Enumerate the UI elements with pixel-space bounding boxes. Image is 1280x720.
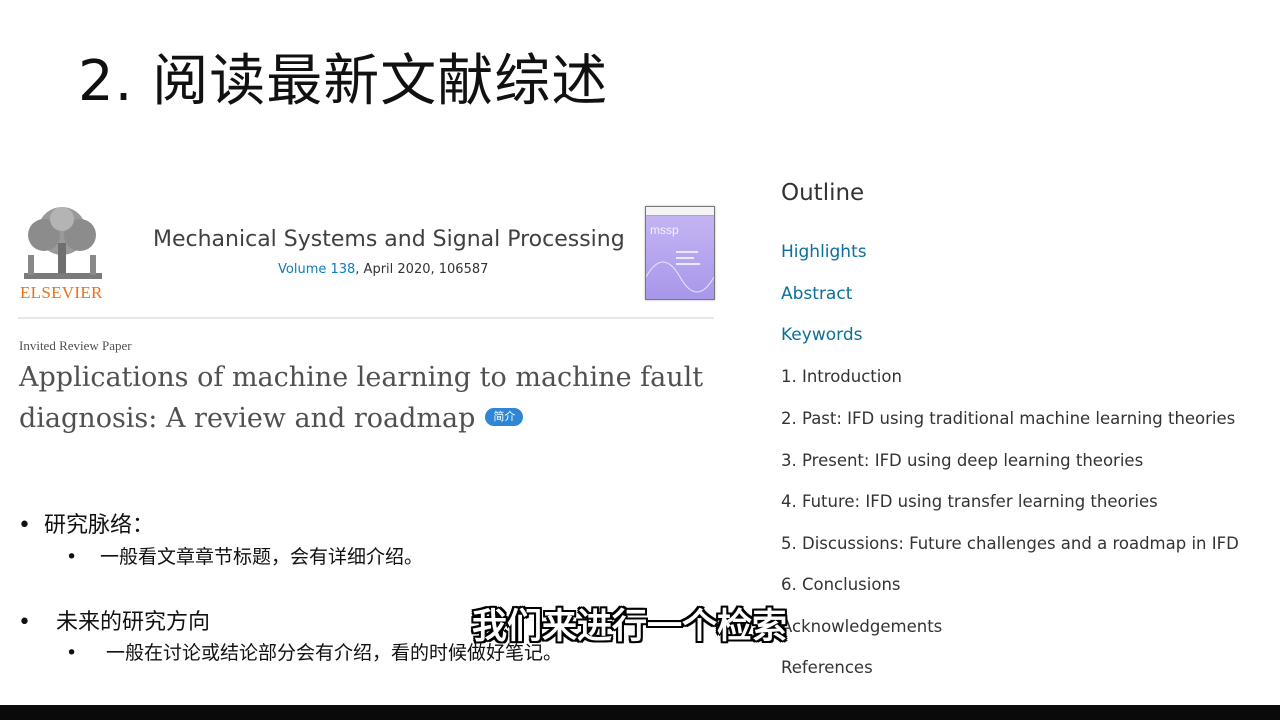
outline-item-present[interactable]: 3. Present: IFD using deep learning theo… [781,451,1143,470]
article-type: Invited Review Paper [19,338,132,353]
bullet-dot: • [66,642,78,664]
outline-item-references[interactable]: References [781,658,873,677]
cover-wave-graphic [646,251,714,293]
outline-link-keywords[interactable]: Keywords [781,325,862,345]
issue-details: , April 2020, 106587 [355,262,489,277]
bullet-dot: • [66,546,78,568]
bottom-bar [0,705,1280,720]
journal-issue: Volume 138, April 2020, 106587 [278,262,488,277]
outline-link-abstract[interactable]: Abstract [781,284,852,304]
bullet-text: 未来的研究方向 [56,610,211,635]
outline-heading: Outline [781,180,865,206]
sub-bullet-text: 一般看文章章节标题，会有详细介绍。 [100,546,424,568]
sub-bullet-research-context: • 一般看文章章节标题，会有详细介绍。 [66,542,423,569]
bullet-future-directions: • 未来的研究方向 [18,604,210,636]
video-subtitle: 我们来进行一个检索 [472,607,788,647]
bullet-research-context: • 研究脉络： [18,507,154,539]
slide-title: 2. 阅读最新文献综述 [78,49,609,114]
journal-cover-image[interactable]: mssp [645,206,715,300]
header-divider [18,317,714,319]
outline-item-introduction[interactable]: 1. Introduction [781,367,902,386]
outline-item-acknowledgements[interactable]: Acknowledgements [781,617,942,636]
outline-item-future[interactable]: 4. Future: IFD using transfer learning t… [781,492,1158,511]
bullet-text: 研究脉络： [44,513,155,538]
outline-item-past[interactable]: 2. Past: IFD using traditional machine l… [781,409,1235,428]
journal-header: ELSEVIER Mechanical Systems and Signal P… [18,203,715,319]
volume-link[interactable]: Volume 138 [278,262,355,277]
article-title-text: Applications of machine learning to mach… [19,362,704,434]
publisher-name: ELSEVIER [20,283,103,302]
outline-item-conclusions[interactable]: 6. Conclusions [781,575,901,594]
outline-link-highlights[interactable]: Highlights [781,242,867,262]
journal-name[interactable]: Mechanical Systems and Signal Processing [153,227,625,252]
bullet-dot: • [18,610,31,635]
article-title: Applications of machine learning to mach… [19,357,719,439]
outline-item-discussions[interactable]: 5. Discussions: Future challenges and a … [781,534,1239,553]
bullet-dot: • [18,513,31,538]
summary-badge[interactable]: 简介 [485,407,524,426]
